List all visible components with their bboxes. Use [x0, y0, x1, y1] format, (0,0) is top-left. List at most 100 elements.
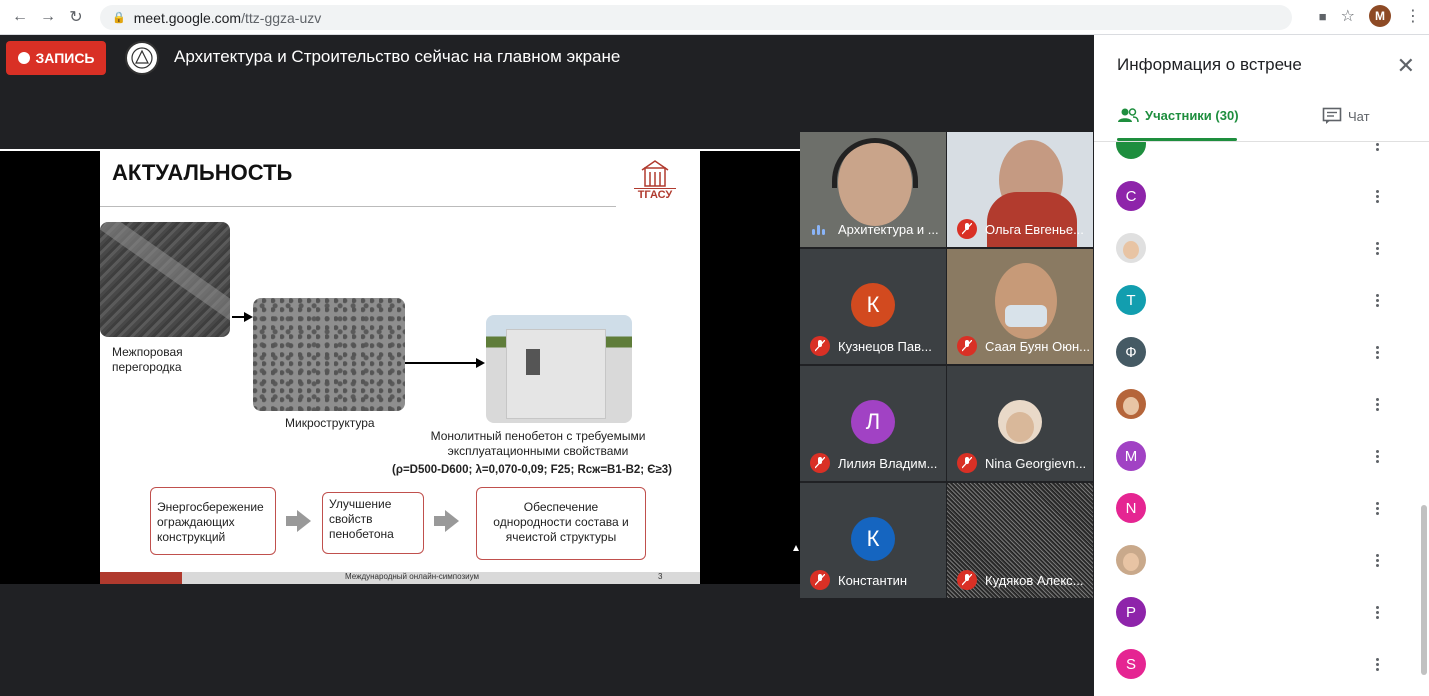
- tab-chat-label: Чат: [1348, 108, 1370, 124]
- box-uniformity: Обеспечение однородности состава и ячеис…: [476, 487, 646, 560]
- participant-tile[interactable]: Ольга Евгенье...: [947, 132, 1093, 247]
- mic-off-icon: [957, 336, 977, 356]
- participant-avatar: M: [1116, 441, 1146, 471]
- more-options-icon[interactable]: [1369, 233, 1385, 263]
- more-options-icon[interactable]: [1369, 181, 1385, 211]
- caption-partition: Межпоровая перегородка: [112, 345, 183, 374]
- list-item[interactable]: N: [1094, 484, 1429, 536]
- participant-photo-avatar: [1116, 545, 1146, 575]
- meeting-info-panel: Информация о встрече ✕ Участники (30) Ча…: [1094, 35, 1429, 696]
- arrow-2-head: [476, 358, 485, 368]
- participant-avatar: [1116, 142, 1146, 159]
- foam-concrete-house-image: [486, 315, 632, 423]
- star-icon[interactable]: ☆: [1341, 6, 1355, 26]
- more-options-icon[interactable]: [1369, 649, 1385, 679]
- list-item[interactable]: T: [1094, 276, 1429, 328]
- tgasu-logo-text: ТГАСУ: [634, 188, 676, 201]
- slide: АКТУАЛЬНОСТЬ ТГАСУ Межпоровая перегородк…: [100, 150, 700, 584]
- caption-params: (ρ=D500-D600; λ=0,070-0,09; F25; Rсж=B1-…: [392, 464, 673, 476]
- list-item[interactable]: P: [1094, 588, 1429, 640]
- participant-tile[interactable]: Саая Буян Оюн...: [947, 249, 1093, 364]
- list-item[interactable]: Ф: [1094, 328, 1429, 380]
- arrow-1-head: [244, 312, 253, 322]
- tile-name: Ольга Евгенье...: [985, 222, 1084, 237]
- browser-toolbar: ← → ↻ 🔒 meet.google.com/ttz-ggza-uzv ■ ☆…: [0, 0, 1429, 35]
- tile-name: Кузнецов Пав...: [838, 339, 932, 354]
- mic-off-icon: [810, 570, 830, 590]
- footer-text: Международный онлайн-симпозиум: [345, 572, 479, 581]
- participant-avatar: S: [1116, 649, 1146, 679]
- participant-video: [987, 192, 1077, 247]
- list-item[interactable]: С: [1094, 172, 1429, 224]
- back-arrow-icon[interactable]: ←: [6, 3, 34, 31]
- reload-icon[interactable]: ↻: [62, 3, 90, 31]
- slide-title: АКТУАЛЬНОСТЬ: [112, 160, 293, 185]
- profile-avatar[interactable]: M: [1369, 5, 1391, 27]
- forward-arrow-icon[interactable]: →: [34, 3, 62, 31]
- white-divider-line: [0, 149, 800, 151]
- tile-name: Кудяков Алекс...: [985, 573, 1084, 588]
- list-item[interactable]: [1094, 224, 1429, 276]
- tile-name: Саая Буян Оюн...: [985, 339, 1090, 354]
- participant-tile[interactable]: Кудяков Алекс...: [947, 483, 1093, 598]
- mouse-cursor-icon: [793, 545, 799, 551]
- participant-avatar: С: [1116, 181, 1146, 211]
- participant-avatar: К: [851, 517, 895, 561]
- more-options-icon[interactable]: [1369, 493, 1385, 523]
- page-number: 3: [658, 572, 663, 581]
- people-icon: [1118, 108, 1139, 123]
- more-options-icon[interactable]: [1369, 597, 1385, 627]
- participant-tile[interactable]: Архитектура и ...: [800, 132, 946, 247]
- slide-title-divider: [100, 206, 616, 207]
- more-options-icon[interactable]: [1369, 142, 1385, 159]
- more-options-icon[interactable]: [1369, 441, 1385, 471]
- recording-button[interactable]: ЗАПИСЬ: [6, 41, 106, 75]
- address-bar[interactable]: 🔒 meet.google.com/ttz-ggza-uzv: [100, 5, 1292, 30]
- participant-tile[interactable]: Л Лилия Владим...: [800, 366, 946, 481]
- tab-participants[interactable]: Участники (30): [1117, 107, 1239, 123]
- gray-arrow-2-head: [445, 510, 459, 532]
- presenting-status: Архитектура и Строительство сейчас на гл…: [174, 47, 621, 66]
- presenter-logo-icon: [125, 41, 159, 75]
- participant-photo-avatar: [1116, 233, 1146, 263]
- scrollbar[interactable]: [1421, 505, 1427, 675]
- camera-icon[interactable]: ■: [1319, 9, 1327, 24]
- tile-name: Архитектура и ...: [838, 222, 939, 237]
- recording-label: ЗАПИСЬ: [35, 50, 95, 66]
- list-item[interactable]: [1094, 142, 1429, 172]
- participant-avatar: Ф: [1116, 337, 1146, 367]
- more-options-icon[interactable]: [1369, 337, 1385, 367]
- chat-icon: [1322, 107, 1342, 124]
- gray-arrow-1-head: [297, 510, 311, 532]
- close-icon[interactable]: ✕: [1397, 53, 1415, 79]
- more-options-icon[interactable]: [1369, 389, 1385, 419]
- mic-off-icon: [810, 453, 830, 473]
- more-options-icon[interactable]: [1369, 285, 1385, 315]
- menu-kebab-icon[interactable]: ⋮: [1405, 6, 1421, 26]
- meet-main-area: ЗАПИСЬ Архитектура и Строительство сейча…: [0, 35, 1094, 696]
- participant-photo-avatar: [1116, 389, 1146, 419]
- tile-name: Nina Georgievn...: [985, 456, 1087, 471]
- participant-video: [995, 263, 1057, 339]
- participant-avatar: Л: [851, 400, 895, 444]
- mic-off-icon: [957, 219, 977, 239]
- participant-tile[interactable]: Nina Georgievn...: [947, 366, 1093, 481]
- more-options-icon[interactable]: [1369, 545, 1385, 575]
- mic-active-icon: [812, 225, 825, 235]
- list-item[interactable]: M: [1094, 432, 1429, 484]
- participant-avatar: К: [851, 283, 895, 327]
- tile-name: Лилия Владим...: [838, 456, 938, 471]
- arrow-2: [405, 362, 477, 364]
- list-item[interactable]: [1094, 536, 1429, 588]
- participant-tile[interactable]: К Кузнецов Пав...: [800, 249, 946, 364]
- participant-tile[interactable]: К Константин: [800, 483, 946, 598]
- face-mask: [1005, 305, 1047, 327]
- list-item[interactable]: S: [1094, 640, 1429, 692]
- caption-microstructure: Микроструктура: [285, 416, 375, 430]
- list-item[interactable]: [1094, 380, 1429, 432]
- panel-title: Информация о встрече: [1117, 55, 1302, 74]
- box-improve-properties: Улучшение свойств пенобетона: [322, 492, 424, 554]
- participant-avatar: N: [1116, 493, 1146, 523]
- tab-chat[interactable]: Чат: [1322, 107, 1370, 125]
- box-energy-saving: Энергосбережение ограждающих конструкций: [150, 487, 276, 555]
